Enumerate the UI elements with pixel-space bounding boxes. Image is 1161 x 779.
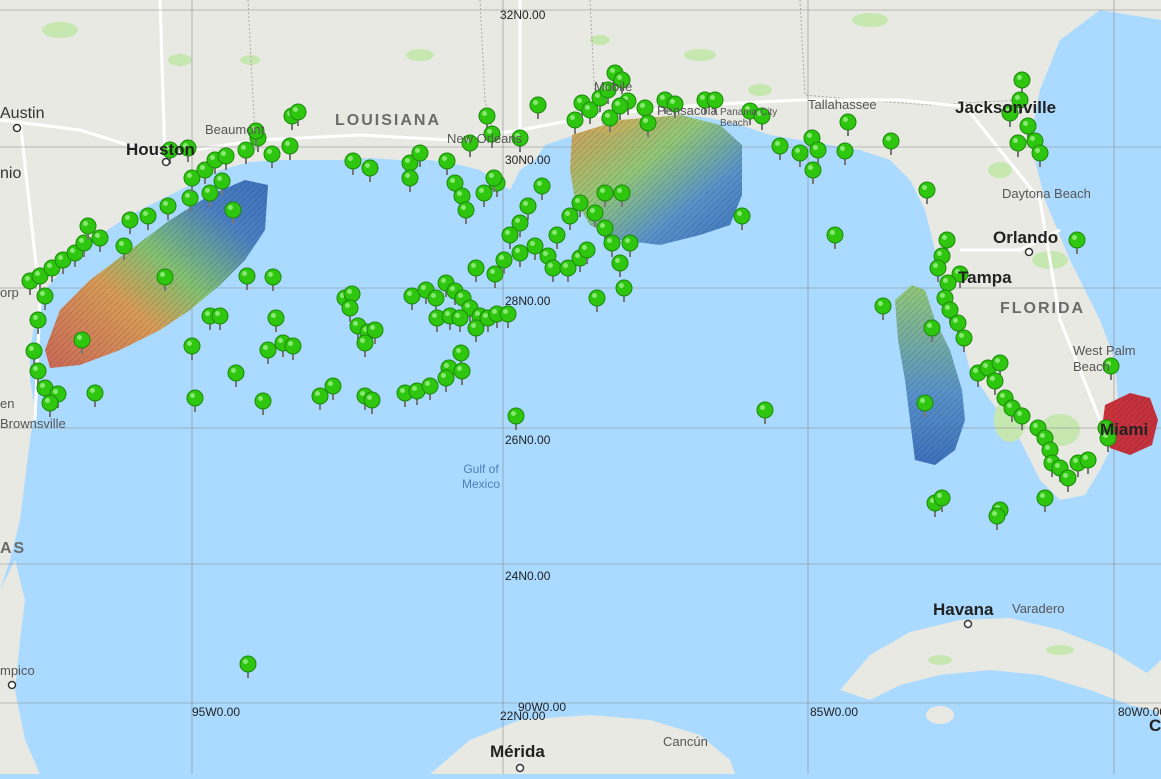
city-havana: Havana bbox=[933, 600, 994, 619]
city-corpus-christi: orp bbox=[0, 285, 19, 300]
state-label-texas: AS bbox=[0, 540, 27, 557]
city-pensacola: Pensacola bbox=[657, 103, 718, 118]
city-houston: Houston bbox=[126, 140, 195, 159]
grid-label-85w: 85W0.00 bbox=[810, 705, 859, 719]
city-varadero: Varadero bbox=[1012, 601, 1065, 616]
grid-label-24n: 24N0.00 bbox=[505, 569, 551, 583]
city-west-palm-beach: West Palm Beach bbox=[1073, 343, 1136, 374]
grid-label-28n: 28N0.00 bbox=[505, 294, 551, 308]
city-tallahassee: Tallahassee bbox=[808, 97, 877, 112]
city-miami: Miami bbox=[1100, 420, 1149, 439]
city-edge-label: C bbox=[1149, 716, 1161, 735]
city-austin: Austin bbox=[0, 105, 45, 122]
gulf-label-line2: Mexico bbox=[462, 477, 501, 491]
gulf-label-line1: Gulf of bbox=[463, 462, 499, 476]
city-harlingen: en bbox=[0, 396, 15, 411]
city-cancun: Cancún bbox=[663, 734, 708, 749]
map-view[interactable]: 32N0.00 30N0.00 28N0.00 26N0.00 24N0.00 … bbox=[0, 0, 1161, 774]
grid-label-32n: 32N0.00 bbox=[500, 8, 546, 22]
city-daytona-beach: Daytona Beach bbox=[1002, 186, 1091, 201]
city-brownsville: Brownsville bbox=[0, 416, 66, 431]
grid-label-95w: 95W0.00 bbox=[192, 705, 241, 719]
city-tampa: Tampa bbox=[958, 268, 1012, 287]
city-orlando: Orlando bbox=[993, 228, 1059, 247]
isle-of-youth bbox=[926, 706, 954, 724]
state-label-florida: FLORIDA bbox=[1000, 300, 1086, 317]
city-beaumont: Beaumont bbox=[205, 122, 265, 137]
city-tampico: mpico bbox=[0, 663, 35, 678]
state-label-louisiana: LOUISIANA bbox=[335, 112, 441, 129]
grid-label-30n: 30N0.00 bbox=[505, 153, 551, 167]
city-san-antonio: nio bbox=[0, 165, 22, 182]
grid-label-26n: 26N0.00 bbox=[505, 433, 551, 447]
city-jacksonville: Jacksonville bbox=[955, 98, 1057, 117]
gulf-of-mexico-label: Gulf of Mexico bbox=[462, 462, 500, 492]
city-panama-city-beach: Panama City Beach bbox=[720, 107, 778, 129]
city-new-orleans: New Orleans bbox=[447, 131, 523, 146]
city-merida: Mérida bbox=[490, 742, 545, 761]
grid-label-90w: 90W0.00 bbox=[518, 700, 567, 714]
city-mobile: Mobile bbox=[594, 79, 633, 94]
